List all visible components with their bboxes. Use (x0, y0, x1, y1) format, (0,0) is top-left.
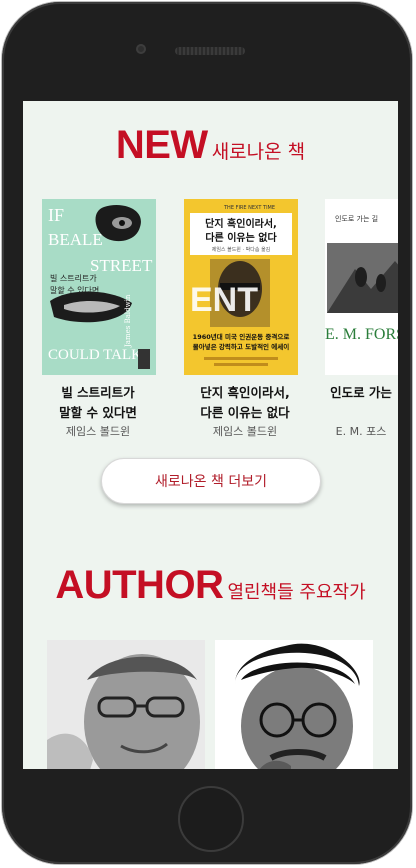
book-cover[interactable]: IF BEALE STREET COULD TALK 빌 스트리트가 말할 수 … (42, 199, 156, 375)
author-heading-small: 열린책들 주요작가 (227, 582, 366, 603)
cover-korean-1: 빌 스트리트가 (50, 273, 97, 283)
book-author: E. M. 포스 (335, 425, 387, 438)
book-cover[interactable]: 인도로 가는 길 E. M. FORS (325, 199, 398, 375)
author-heading-big: AUTHOR (55, 563, 224, 607)
book-author: 제임스 볼드윈 (65, 425, 131, 438)
book-title-line: 인도로 가는 (330, 385, 392, 400)
author-portrait-2 (215, 640, 373, 769)
cover-text-street: STREET (90, 256, 153, 275)
cover-byline: 제임스 볼드윈 · 박다솜 옮김 (212, 246, 271, 253)
screen: NEW 새로나온 책 IF BEALE STREET COULD TALK 빌 … (23, 101, 398, 769)
new-heading-small: 새로나온 책 (211, 141, 306, 163)
cover-author: James Baldwin (124, 294, 132, 348)
front-camera (136, 44, 146, 54)
speaker-grille (175, 47, 245, 55)
cover-text-beale: BEALE (48, 230, 103, 249)
book-title[interactable]: 인도로 가는 (286, 383, 398, 403)
cover-title-1: 단지 흑인이라서, (205, 217, 277, 230)
author-photo[interactable] (47, 640, 205, 769)
cover-en-title: THE FIRE NEXT TIME (223, 205, 275, 211)
cover-text-if: IF (48, 205, 64, 225)
cover-title: 인도로 가는 길 (335, 214, 378, 223)
new-section-heading: NEW 새로나온 책 (23, 123, 398, 168)
author-section-heading: AUTHOR 열린책들 주요작가 (23, 563, 398, 608)
cover-blurb-2: 몰아넣은 강력하고 도발적인 에세이 (193, 342, 290, 351)
book-carousel[interactable]: IF BEALE STREET COULD TALK 빌 스트리트가 말할 수 … (23, 199, 398, 449)
book-cover[interactable]: ENT THE FIRE NEXT TIME 단지 흑인이라서, 다른 이유는 … (184, 199, 298, 375)
cover-blurb-1: 1960년대 미국 인권운동 중격으로 (193, 332, 290, 341)
phone-frame: NEW 새로나온 책 IF BEALE STREET COULD TALK 빌 … (2, 2, 412, 864)
new-heading-big: NEW (115, 123, 208, 167)
cover-korean-2: 말할 수 있다면 (50, 285, 99, 295)
book-title-line: 빌 스트리트가 (61, 385, 135, 400)
author-photo[interactable] (215, 640, 373, 769)
cover-title-2: 다른 이유는 없다 (205, 231, 277, 244)
book-title-line: 다른 이유는 없다 (200, 405, 290, 420)
book-cover-art: ENT THE FIRE NEXT TIME 단지 흑인이라서, 다른 이유는 … (184, 199, 298, 375)
book-title[interactable]: 빌 스트리트가 말할 수 있다면 (23, 383, 173, 423)
book-cover-art: 인도로 가는 길 E. M. FORS (325, 199, 398, 375)
svg-text:ENT: ENT (190, 281, 258, 319)
home-button[interactable] (178, 786, 244, 852)
cover-text-could-talk: COULD TALK (48, 347, 142, 363)
cover-author: E. M. FORS (325, 326, 398, 343)
more-new-books-button[interactable]: 새로나온 책 더보기 (101, 458, 321, 504)
author-portrait-1 (47, 640, 205, 769)
book-cover-art: IF BEALE STREET COULD TALK 빌 스트리트가 말할 수 … (42, 199, 156, 375)
book-title-line: 말할 수 있다면 (59, 405, 137, 420)
